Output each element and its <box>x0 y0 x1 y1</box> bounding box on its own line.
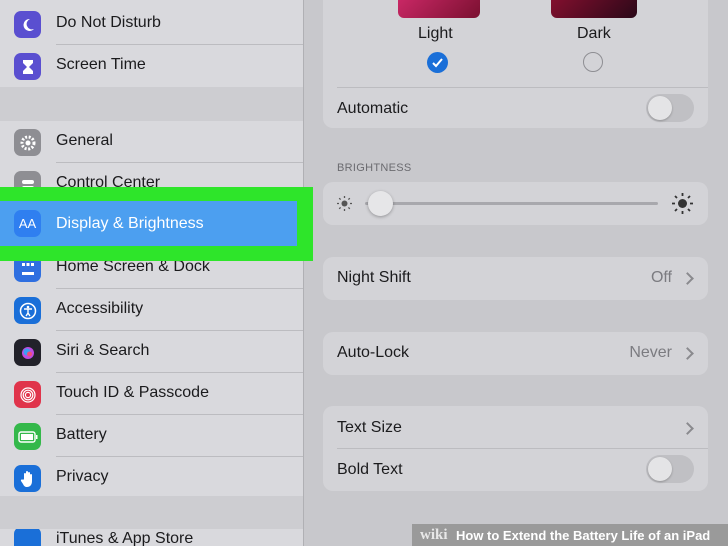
brightness-low-icon <box>337 196 352 211</box>
app-store-icon <box>14 529 41 546</box>
divider <box>337 448 708 449</box>
sidebar-item-label: Siri & Search <box>56 342 150 359</box>
moon-icon <box>14 11 41 38</box>
dark-label: Dark <box>577 25 611 42</box>
gear-icon <box>14 129 41 156</box>
accessibility-icon <box>14 297 41 324</box>
sidebar-item-itunes-app-store[interactable]: iTunes & App Store <box>0 529 303 546</box>
fingerprint-icon <box>14 381 41 408</box>
sidebar-item-label: Accessibility <box>56 300 144 317</box>
hourglass-icon <box>14 53 41 80</box>
text-size-row[interactable]: Text Size <box>323 406 708 448</box>
text-size-icon: AA <box>14 210 41 237</box>
sidebar-item-label: Battery <box>56 426 107 443</box>
automatic-label: Automatic <box>337 100 409 117</box>
sidebar-group-store: iTunes & App Store <box>0 529 303 546</box>
watermark-banner: wiki How to Extend the Battery Life of a… <box>412 524 728 546</box>
hand-icon <box>14 465 41 492</box>
sidebar-item-accessibility[interactable]: Accessibility <box>0 289 303 331</box>
night-shift-row[interactable]: Night Shift Off <box>323 257 708 300</box>
sidebar-item-general[interactable]: General <box>0 121 303 163</box>
light-label: Light <box>418 25 453 42</box>
auto-lock-label: Auto-Lock <box>337 344 410 361</box>
sidebar-item-battery[interactable]: Battery <box>0 415 303 457</box>
light-radio-checked[interactable] <box>427 52 448 73</box>
text-size-label: Text Size <box>337 419 402 436</box>
automatic-toggle[interactable] <box>646 94 694 122</box>
divider <box>337 87 708 88</box>
sidebar-item-label: Display & Brightness <box>56 215 204 232</box>
text-card: Text Size Bold Text <box>323 406 708 491</box>
dark-preview-thumbnail[interactable] <box>551 0 637 18</box>
sidebar-item-touch-id-passcode[interactable]: Touch ID & Passcode <box>0 373 303 415</box>
chevron-right-icon <box>681 347 694 360</box>
appearance-card: Light Dark Automatic <box>323 0 708 128</box>
battery-icon <box>14 423 41 450</box>
light-preview-thumbnail[interactable] <box>398 0 480 18</box>
night-shift-label: Night Shift <box>337 269 411 286</box>
sidebar-group-focus: Do Not Disturb Screen Time <box>0 0 303 87</box>
brightness-high-icon <box>672 193 693 214</box>
watermark-title: How to Extend the Battery Life of an iPa… <box>456 528 711 543</box>
checkmark-icon <box>432 58 443 68</box>
night-shift-value: Off <box>650 269 672 286</box>
chevron-right-icon <box>681 422 694 435</box>
chevron-right-icon <box>681 272 694 285</box>
dark-radio[interactable] <box>583 52 603 72</box>
bold-text-label: Bold Text <box>337 461 403 478</box>
sidebar-group-general: General Control Center Home Screen & Doc… <box>0 121 303 496</box>
sidebar-item-siri-search[interactable]: Siri & Search <box>0 331 303 373</box>
brightness-header: BRIGHTNESS <box>337 162 412 174</box>
sidebar-divider <box>303 0 304 546</box>
sidebar-item-display-brightness[interactable]: AA Display & Brightness <box>0 201 297 246</box>
auto-lock-row[interactable]: Auto-Lock Never <box>323 332 708 375</box>
brightness-slider-thumb[interactable] <box>367 191 393 216</box>
toggle-knob <box>648 96 672 120</box>
sidebar-item-label: Touch ID & Passcode <box>56 384 209 401</box>
brightness-card <box>323 182 708 225</box>
sidebar-item-label: Do Not Disturb <box>56 14 161 31</box>
icon-glyph: AA <box>18 216 37 231</box>
sidebar-item-privacy[interactable]: Privacy <box>0 457 303 499</box>
brightness-slider-track[interactable] <box>365 202 658 205</box>
siri-icon <box>14 339 41 366</box>
wiki-logo: wiki <box>420 527 448 543</box>
bold-text-toggle[interactable] <box>646 455 694 483</box>
settings-sidebar: Do Not Disturb Screen Time General Contr… <box>0 0 303 546</box>
sidebar-item-screen-time[interactable]: Screen Time <box>0 45 303 87</box>
sidebar-item-do-not-disturb[interactable]: Do Not Disturb <box>0 3 303 45</box>
sidebar-item-label: General <box>56 132 113 149</box>
toggle-knob <box>648 457 672 481</box>
sidebar-item-label: Screen Time <box>56 56 146 73</box>
sidebar-item-label: iTunes & App Store <box>56 530 194 546</box>
sidebar-item-label: Privacy <box>56 468 109 485</box>
auto-lock-value: Never <box>629 344 672 361</box>
